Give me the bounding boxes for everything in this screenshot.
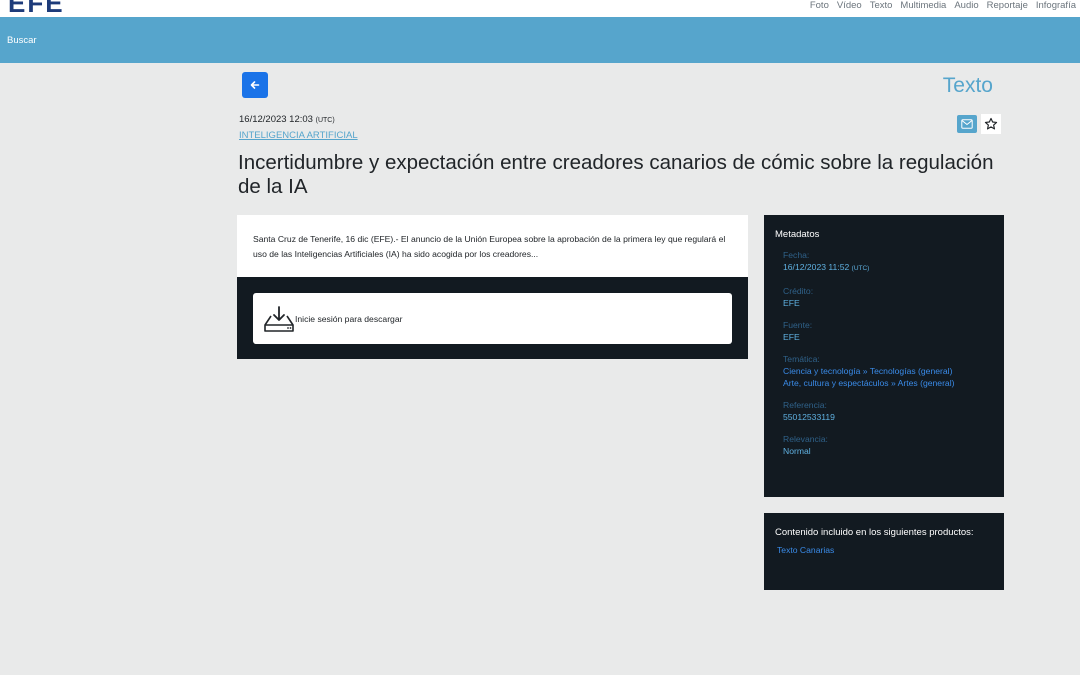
meta-credito-value: EFE [783, 298, 800, 308]
meta-relevancia-value: Normal [783, 446, 811, 456]
meta-fecha-label: Fecha: [783, 250, 810, 260]
search-bar: Buscar [0, 17, 1080, 63]
meta-credito: Crédito: EFE [783, 285, 993, 309]
publish-date-tz: (UTC) [315, 117, 335, 124]
publish-date: 16/12/2023 12:03 (UTC) [239, 114, 335, 125]
nav-infografia[interactable]: Infografía [1036, 0, 1076, 11]
download-icon [264, 305, 294, 332]
meta-tematica: Temática: Ciencia y tecnología » Tecnolo… [783, 353, 993, 389]
meta-credito-label: Crédito: [783, 286, 814, 296]
nav-multimedia[interactable]: Multimedia [900, 0, 946, 11]
search-link[interactable]: Buscar [7, 35, 37, 46]
meta-fecha-date: 16/12/2023 11:52 [783, 262, 850, 272]
nav-reportaje[interactable]: Reportaje [987, 0, 1028, 11]
email-button[interactable] [957, 115, 977, 133]
nav-audio[interactable]: Audio [954, 0, 978, 11]
meta-fuente: Fuente: EFE [783, 319, 993, 343]
top-bar: EFE Foto Vídeo Texto Multimedia Audio Re… [0, 0, 1080, 18]
nav-foto[interactable]: Foto [810, 0, 829, 11]
meta-relevancia: Relevancia: Normal [783, 433, 993, 457]
products-title: Contenido incluido en los siguientes pro… [775, 527, 974, 538]
meta-fuente-value: EFE [783, 332, 800, 342]
star-icon [984, 117, 998, 130]
meta-tematica-link-1[interactable]: Ciencia y tecnología » Tecnologías (gene… [783, 365, 993, 377]
category-link[interactable]: INTELIGENCIA ARTIFICIAL [239, 130, 358, 141]
meta-fecha-tz: (UTC) [851, 265, 870, 272]
product-link-texto-canarias[interactable]: Texto Canarias [777, 545, 993, 555]
envelope-icon [961, 119, 973, 129]
summary-text: Santa Cruz de Tenerife, 16 dic (EFE).- E… [253, 234, 726, 259]
download-button[interactable]: Inicie sesión para descargar [253, 293, 732, 344]
meta-tematica-label: Temática: [783, 354, 820, 364]
meta-relevancia-label: Relevancia: [783, 434, 828, 444]
metadata-title: Metadatos [775, 229, 820, 240]
back-button[interactable] [242, 72, 268, 98]
article-headline: Incertidumbre y expectación entre creado… [238, 151, 994, 198]
download-panel: Inicie sesión para descargar [237, 277, 748, 359]
top-nav: Foto Vídeo Texto Multimedia Audio Report… [810, 0, 1076, 11]
meta-fecha-value: 16/12/2023 11:52 (UTC) [783, 261, 993, 275]
arrow-left-icon [250, 81, 260, 89]
meta-referencia: Referencia: 55012533119 [783, 399, 993, 423]
publish-date-value: 16/12/2023 12:03 [239, 114, 313, 125]
meta-referencia-label: Referencia: [783, 400, 827, 410]
meta-referencia-value: 55012533119 [783, 412, 835, 422]
meta-fuente-label: Fuente: [783, 320, 813, 330]
nav-video[interactable]: Vídeo [837, 0, 862, 11]
favorite-button[interactable] [981, 114, 1001, 134]
products-panel: Contenido incluido en los siguientes pro… [764, 513, 1004, 590]
nav-texto[interactable]: Texto [870, 0, 893, 11]
article-summary: Santa Cruz de Tenerife, 16 dic (EFE).- E… [237, 215, 748, 277]
content-type-label: Texto [942, 74, 993, 97]
download-label: Inicie sesión para descargar [295, 313, 403, 324]
meta-tematica-link-2[interactable]: Arte, cultura y espectáculos » Artes (ge… [783, 377, 993, 389]
metadata-panel: Metadatos Fecha: 16/12/2023 11:52 (UTC) … [764, 215, 1004, 497]
meta-fecha: Fecha: 16/12/2023 11:52 (UTC) [783, 249, 993, 275]
